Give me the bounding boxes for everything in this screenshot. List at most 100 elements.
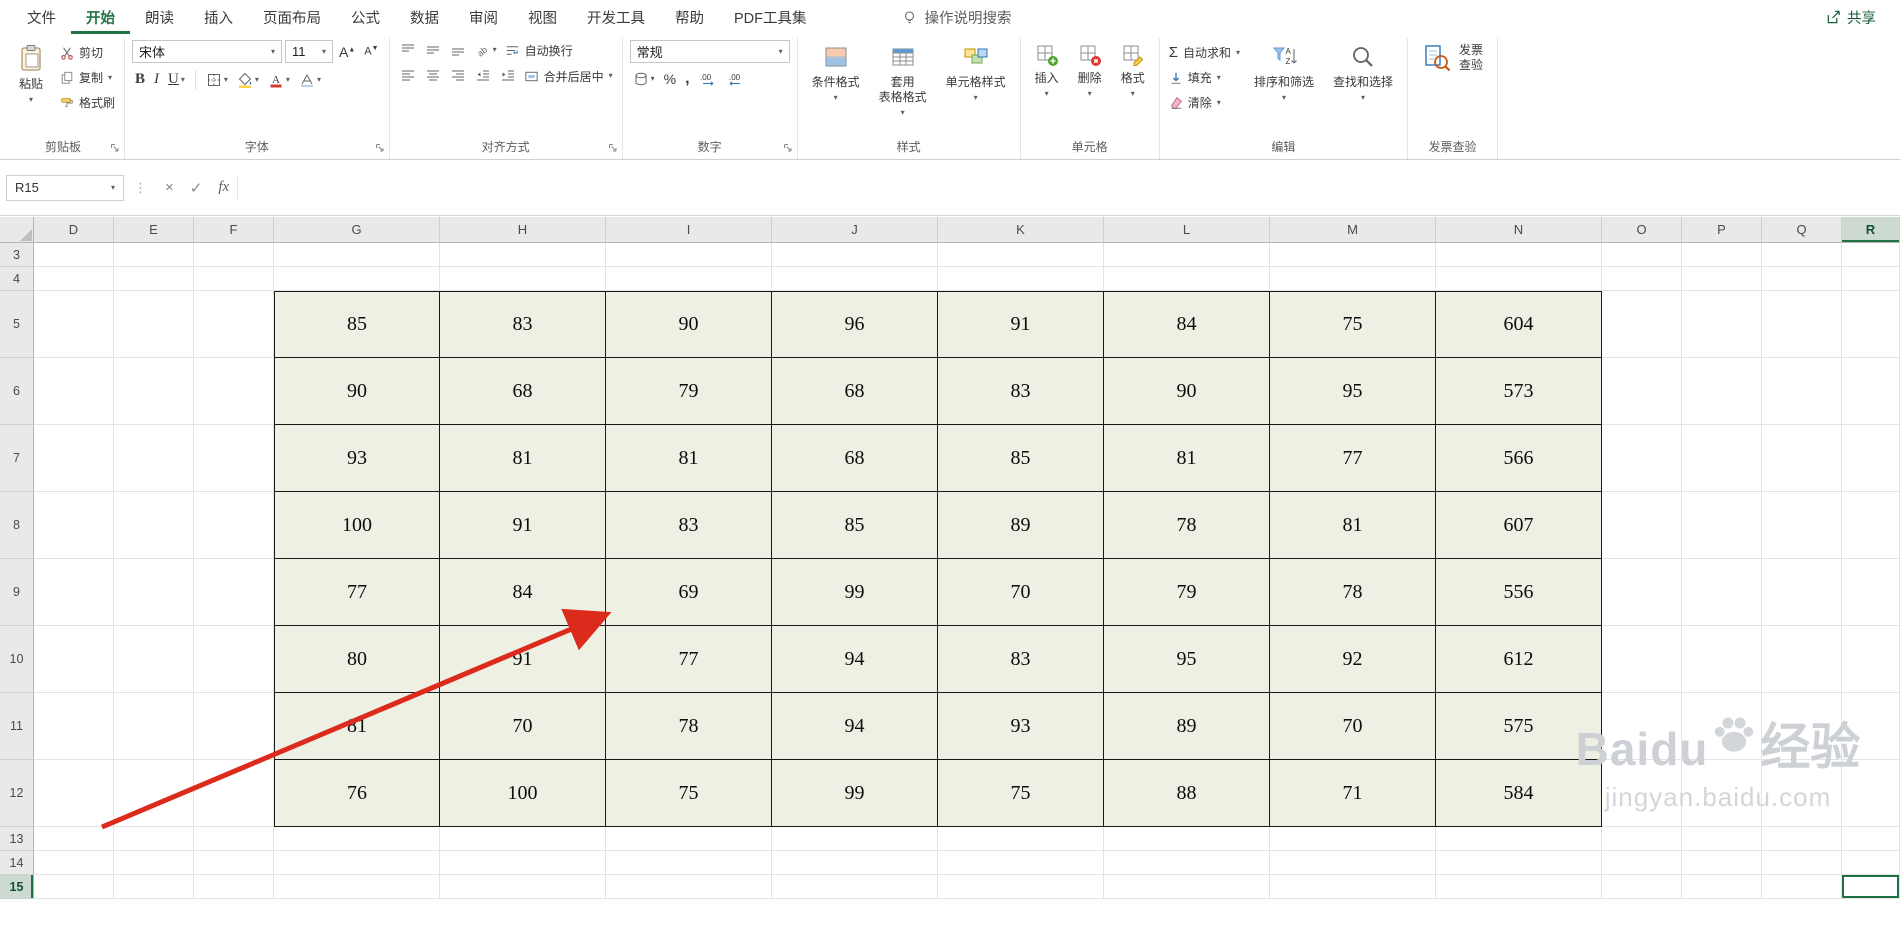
enter-icon[interactable]: ✓: [190, 179, 203, 197]
cell-I7[interactable]: 81: [606, 425, 772, 492]
cell-K12[interactable]: 75: [938, 760, 1104, 827]
cell-E12[interactable]: [114, 760, 194, 827]
bold-button[interactable]: B: [132, 69, 148, 90]
cell-Q6[interactable]: [1762, 358, 1842, 425]
column-header-D[interactable]: D: [34, 217, 114, 243]
align-left-button[interactable]: [397, 66, 419, 86]
column-header-M[interactable]: M: [1270, 217, 1436, 243]
cell-O14[interactable]: [1602, 851, 1682, 875]
cell-R11[interactable]: [1842, 693, 1900, 760]
delete-cells-button[interactable]: 删除 ▾: [1071, 40, 1109, 101]
cell-I8[interactable]: 83: [606, 492, 772, 559]
cell-I6[interactable]: 79: [606, 358, 772, 425]
cell-R15[interactable]: [1842, 875, 1900, 899]
align-right-button[interactable]: [447, 66, 469, 86]
cell-G9[interactable]: 77: [274, 559, 440, 626]
cell-L9[interactable]: 79: [1104, 559, 1270, 626]
menu-tab-公式[interactable]: 公式: [336, 0, 395, 34]
column-header-R[interactable]: R: [1842, 217, 1900, 243]
cell-E13[interactable]: [114, 827, 194, 851]
menu-tab-帮助[interactable]: 帮助: [660, 0, 719, 34]
fill-color-button[interactable]: ▾: [234, 70, 262, 90]
cell-H9[interactable]: 84: [440, 559, 606, 626]
conditional-formatting-button[interactable]: 条件格式 ▾: [805, 40, 867, 105]
cell-D13[interactable]: [34, 827, 114, 851]
share-button[interactable]: 共享: [1802, 0, 1900, 34]
cell-O9[interactable]: [1602, 559, 1682, 626]
increase-decimal-button[interactable]: .00: [696, 69, 720, 89]
cell-E3[interactable]: [114, 243, 194, 267]
menu-tab-审阅[interactable]: 审阅: [454, 0, 513, 34]
cell-D10[interactable]: [34, 626, 114, 693]
cell-L15[interactable]: [1104, 875, 1270, 899]
cell-D4[interactable]: [34, 267, 114, 291]
cell-J5[interactable]: 96: [772, 291, 938, 358]
cell-G10[interactable]: 80: [274, 626, 440, 693]
paste-button[interactable]: 粘贴 ▾: [9, 40, 53, 107]
cell-O4[interactable]: [1602, 267, 1682, 291]
wrap-text-button[interactable]: 自动换行: [503, 41, 575, 60]
cell-D11[interactable]: [34, 693, 114, 760]
cell-D3[interactable]: [34, 243, 114, 267]
cell-O7[interactable]: [1602, 425, 1682, 492]
cell-I5[interactable]: 90: [606, 291, 772, 358]
cell-Q8[interactable]: [1762, 492, 1842, 559]
cell-Q3[interactable]: [1762, 243, 1842, 267]
cell-K6[interactable]: 83: [938, 358, 1104, 425]
cut-button[interactable]: 剪切: [58, 43, 117, 62]
cell-I11[interactable]: 78: [606, 693, 772, 760]
cell-M6[interactable]: 95: [1270, 358, 1436, 425]
cell-O8[interactable]: [1602, 492, 1682, 559]
column-header-G[interactable]: G: [274, 217, 440, 243]
cell-Q14[interactable]: [1762, 851, 1842, 875]
format-cells-button[interactable]: 格式 ▾: [1114, 40, 1152, 101]
menu-tab-PDF工具集[interactable]: PDF工具集: [719, 0, 822, 34]
menu-tab-视图[interactable]: 视图: [513, 0, 572, 34]
menu-tab-页面布局[interactable]: 页面布局: [248, 0, 336, 34]
cell-P12[interactable]: [1682, 760, 1762, 827]
format-painter-button[interactable]: 格式刷: [58, 93, 117, 112]
cell-F8[interactable]: [194, 492, 274, 559]
menu-tab-朗读[interactable]: 朗读: [130, 0, 189, 34]
cell-N11[interactable]: 575: [1436, 693, 1602, 760]
cell-K10[interactable]: 83: [938, 626, 1104, 693]
cell-G13[interactable]: [274, 827, 440, 851]
select-all-button[interactable]: [0, 217, 34, 243]
cell-N12[interactable]: 584: [1436, 760, 1602, 827]
cell-N13[interactable]: [1436, 827, 1602, 851]
autosum-button[interactable]: Σ 自动求和 ▾: [1167, 43, 1242, 62]
cell-P13[interactable]: [1682, 827, 1762, 851]
cell-G3[interactable]: [274, 243, 440, 267]
menu-tab-插入[interactable]: 插入: [189, 0, 248, 34]
cell-F5[interactable]: [194, 291, 274, 358]
cell-O13[interactable]: [1602, 827, 1682, 851]
cell-P14[interactable]: [1682, 851, 1762, 875]
italic-button[interactable]: I: [151, 69, 162, 90]
cell-R7[interactable]: [1842, 425, 1900, 492]
cell-O3[interactable]: [1602, 243, 1682, 267]
cell-O10[interactable]: [1602, 626, 1682, 693]
cell-E5[interactable]: [114, 291, 194, 358]
column-header-F[interactable]: F: [194, 217, 274, 243]
cell-F3[interactable]: [194, 243, 274, 267]
insert-cells-button[interactable]: 插入 ▾: [1028, 40, 1066, 101]
cell-M10[interactable]: 92: [1270, 626, 1436, 693]
cell-K14[interactable]: [938, 851, 1104, 875]
cell-H13[interactable]: [440, 827, 606, 851]
merge-center-button[interactable]: 合并后居中 ▾: [522, 67, 615, 86]
cell-O11[interactable]: [1602, 693, 1682, 760]
cell-H6[interactable]: 68: [440, 358, 606, 425]
cell-Q9[interactable]: [1762, 559, 1842, 626]
row-header-7[interactable]: 7: [0, 425, 34, 492]
formula-input[interactable]: [237, 174, 1900, 201]
cell-R4[interactable]: [1842, 267, 1900, 291]
increase-indent-button[interactable]: [497, 66, 519, 86]
cell-Q5[interactable]: [1762, 291, 1842, 358]
cell-G8[interactable]: 100: [274, 492, 440, 559]
column-header-P[interactable]: P: [1682, 217, 1762, 243]
cell-K13[interactable]: [938, 827, 1104, 851]
row-header-9[interactable]: 9: [0, 559, 34, 626]
cell-F13[interactable]: [194, 827, 274, 851]
font-name-combo[interactable]: 宋体 ▾: [132, 40, 283, 63]
cell-Q12[interactable]: [1762, 760, 1842, 827]
